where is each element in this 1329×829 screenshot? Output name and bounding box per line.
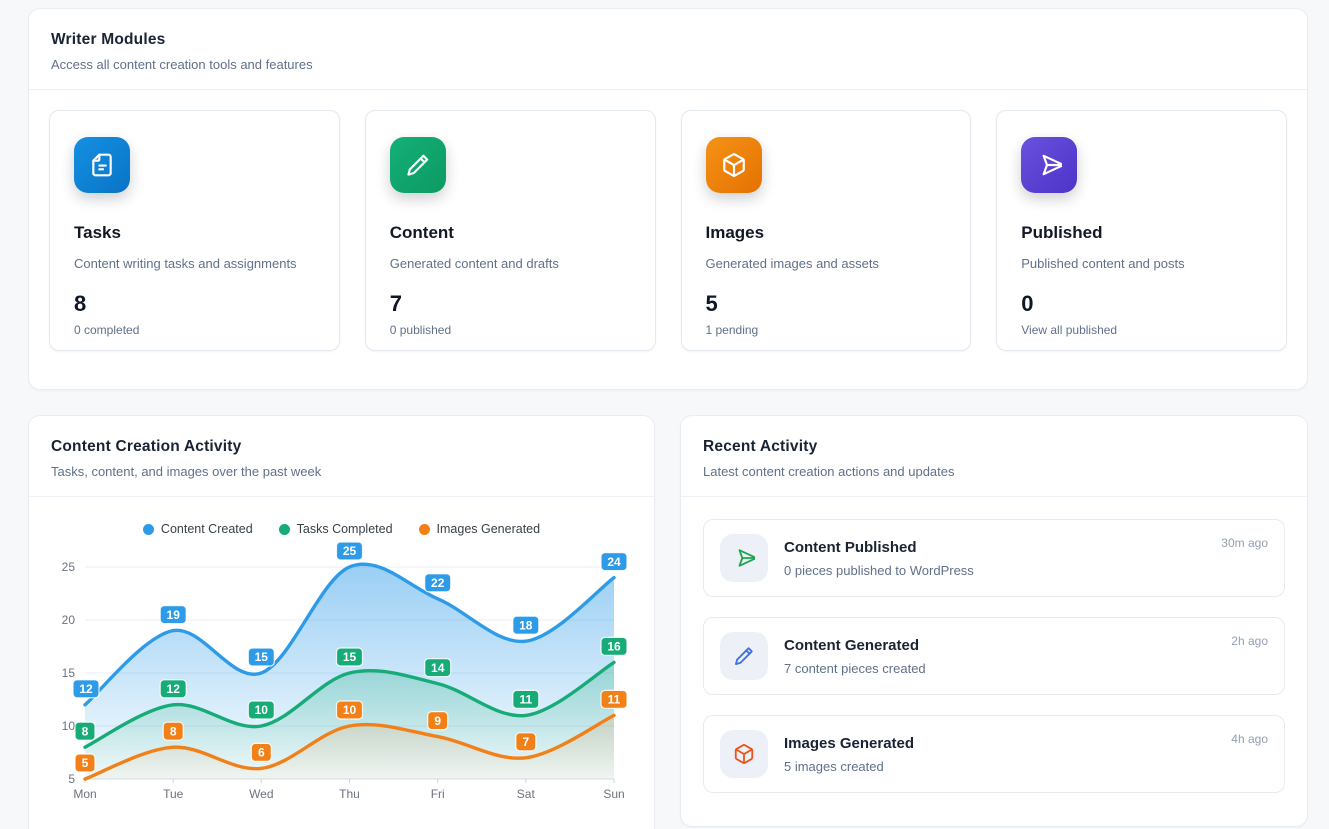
- document-icon: [74, 137, 130, 193]
- module-card-content[interactable]: Content Generated content and drafts 7 0…: [365, 110, 656, 351]
- svg-text:25: 25: [62, 560, 76, 574]
- module-sub-label: 0 published: [390, 323, 631, 337]
- activity-timestamp: 30m ago: [1221, 536, 1268, 550]
- send-icon: [1021, 137, 1077, 193]
- activity-title: Content Generated: [784, 637, 926, 654]
- content-creation-activity-panel: Content Creation Activity Tasks, content…: [28, 415, 655, 829]
- module-title: Images: [706, 223, 947, 243]
- activity-title: Content Published: [784, 539, 974, 556]
- activity-description: 5 images created: [784, 759, 914, 774]
- svg-text:Mon: Mon: [73, 787, 96, 801]
- page-title: Writer Modules: [51, 31, 1285, 49]
- module-count: 0: [1021, 291, 1262, 317]
- svg-text:Sat: Sat: [517, 787, 536, 801]
- svg-text:25: 25: [343, 544, 357, 558]
- cube-icon: [706, 137, 762, 193]
- svg-text:5: 5: [68, 772, 75, 786]
- legend-item-tasks-completed[interactable]: Tasks Completed: [279, 521, 393, 537]
- chart-panel-header: Content Creation Activity Tasks, content…: [29, 416, 654, 497]
- activity-item-images-generated[interactable]: Images Generated 5 images created 4h ago: [703, 715, 1285, 793]
- module-description: Generated images and assets: [706, 256, 947, 271]
- svg-text:10: 10: [255, 703, 269, 717]
- legend-label: Content Created: [161, 522, 253, 536]
- module-count: 7: [390, 291, 631, 317]
- svg-text:15: 15: [62, 666, 76, 680]
- module-title: Content: [390, 223, 631, 243]
- legend-item-images-generated[interactable]: Images Generated: [419, 521, 541, 537]
- page-subtitle: Access all content creation tools and fe…: [51, 57, 1285, 72]
- svg-text:22: 22: [431, 576, 445, 590]
- module-count: 5: [706, 291, 947, 317]
- module-description: Published content and posts: [1021, 256, 1262, 271]
- svg-text:9: 9: [434, 714, 441, 728]
- svg-text:Fri: Fri: [431, 787, 445, 801]
- svg-text:5: 5: [82, 756, 89, 770]
- activity-timestamp: 4h ago: [1231, 732, 1268, 746]
- svg-text:Sun: Sun: [603, 787, 624, 801]
- svg-text:Thu: Thu: [339, 787, 360, 801]
- svg-text:15: 15: [255, 650, 269, 664]
- activity-item-content-generated[interactable]: Content Generated 7 content pieces creat…: [703, 617, 1285, 695]
- svg-text:12: 12: [167, 682, 181, 696]
- legend-dot-orange: [419, 524, 430, 535]
- svg-text:8: 8: [82, 724, 89, 738]
- module-count: 8: [74, 291, 315, 317]
- recent-activity-title: Recent Activity: [703, 438, 1285, 456]
- writer-modules-panel: Writer Modules Access all content creati…: [28, 8, 1308, 390]
- svg-text:7: 7: [522, 735, 529, 749]
- module-sub-label: View all published: [1021, 323, 1262, 337]
- recent-activity-subtitle: Latest content creation actions and upda…: [703, 464, 1285, 479]
- chart-panel-title: Content Creation Activity: [51, 438, 632, 456]
- module-title: Published: [1021, 223, 1262, 243]
- svg-text:Tue: Tue: [163, 787, 184, 801]
- activity-description: 0 pieces published to WordPress: [784, 563, 974, 578]
- svg-text:15: 15: [343, 650, 357, 664]
- chart-panel-subtitle: Tasks, content, and images over the past…: [51, 464, 632, 479]
- module-card-tasks[interactable]: Tasks Content writing tasks and assignme…: [49, 110, 340, 351]
- svg-text:24: 24: [607, 555, 621, 569]
- legend-label: Tasks Completed: [297, 522, 393, 536]
- module-description: Content writing tasks and assignments: [74, 256, 315, 271]
- svg-text:11: 11: [519, 693, 532, 707]
- legend-label: Images Generated: [437, 522, 541, 536]
- module-sub-label: 1 pending: [706, 323, 947, 337]
- svg-text:10: 10: [343, 703, 357, 717]
- chart-legend: Content Created Tasks Completed Images G…: [29, 521, 654, 537]
- activity-timestamp: 2h ago: [1231, 634, 1268, 648]
- recent-activity-panel: Recent Activity Latest content creation …: [680, 415, 1308, 827]
- module-card-images[interactable]: Images Generated images and assets 5 1 p…: [681, 110, 972, 351]
- legend-item-content-created[interactable]: Content Created: [143, 521, 253, 537]
- recent-activity-list: Content Published 0 pieces published to …: [681, 497, 1307, 815]
- activity-title: Images Generated: [784, 735, 914, 752]
- module-cards-row: Tasks Content writing tasks and assignme…: [29, 90, 1307, 371]
- pencil-icon: [720, 632, 768, 680]
- cube-icon: [720, 730, 768, 778]
- module-description: Generated content and drafts: [390, 256, 631, 271]
- writer-modules-header: Writer Modules Access all content creati…: [29, 9, 1307, 90]
- pencil-icon: [390, 137, 446, 193]
- send-icon: [720, 534, 768, 582]
- activity-description: 7 content pieces created: [784, 661, 926, 676]
- svg-text:16: 16: [607, 640, 621, 654]
- svg-text:6: 6: [258, 746, 265, 760]
- legend-dot-blue: [143, 524, 154, 535]
- svg-text:10: 10: [62, 719, 76, 733]
- svg-text:Wed: Wed: [249, 787, 273, 801]
- activity-item-content-published[interactable]: Content Published 0 pieces published to …: [703, 519, 1285, 597]
- module-title: Tasks: [74, 223, 315, 243]
- svg-text:18: 18: [519, 618, 533, 632]
- svg-text:11: 11: [608, 693, 621, 707]
- module-card-published[interactable]: Published Published content and posts 0 …: [996, 110, 1287, 351]
- svg-text:14: 14: [431, 661, 445, 675]
- module-sub-label: 0 completed: [74, 323, 315, 337]
- activity-area-chart: 5 10 15 20 25 Mon Tue Wed Thu Fri Sat Sun 12 19 15 25 22…: [29, 537, 654, 809]
- svg-text:12: 12: [79, 682, 93, 696]
- legend-dot-green: [279, 524, 290, 535]
- svg-text:19: 19: [167, 608, 181, 622]
- svg-text:8: 8: [170, 724, 177, 738]
- svg-text:20: 20: [62, 613, 76, 627]
- recent-activity-header: Recent Activity Latest content creation …: [681, 416, 1307, 497]
